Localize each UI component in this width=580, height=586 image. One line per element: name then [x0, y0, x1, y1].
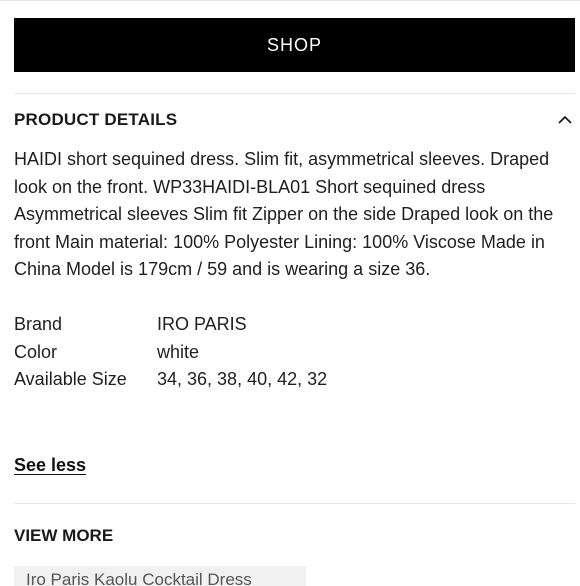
chevron-up-icon[interactable] [557, 112, 573, 128]
spec-value: white [157, 341, 200, 362]
shop-button-label: SHOP [266, 34, 322, 55]
spec-row-brand: Brand IRO PARIS [14, 311, 574, 339]
spec-label: Available Size [14, 369, 127, 390]
top-divider [0, 0, 580, 1]
spec-value: 34, 36, 38, 40, 42, 32 [157, 369, 328, 390]
product-card-title: Iro Paris Kaolu Cocktail Dress [26, 570, 252, 586]
see-less-link[interactable]: See less [14, 455, 86, 476]
spec-row-color: Color white [14, 339, 574, 367]
section-divider [14, 93, 575, 94]
spec-row-size: Available Size 34, 36, 38, 40, 42, 32 [14, 366, 574, 394]
section-divider [14, 503, 575, 504]
shop-button[interactable]: SHOP [14, 18, 575, 72]
spec-label: Brand [14, 314, 63, 335]
product-details-header[interactable]: PRODUCT DETAILS [14, 106, 575, 134]
product-details-title: PRODUCT DETAILS [14, 110, 178, 129]
view-more-title: VIEW MORE [14, 526, 114, 545]
product-card[interactable]: Iro Paris Kaolu Cocktail Dress [14, 566, 306, 586]
spec-table: Brand IRO PARIS Color white Available Si… [14, 311, 574, 394]
spec-value: IRO PARIS [157, 314, 247, 335]
product-description: HAIDI short sequined dress. Slim fit, as… [14, 149, 554, 279]
spec-label: Color [14, 341, 58, 362]
